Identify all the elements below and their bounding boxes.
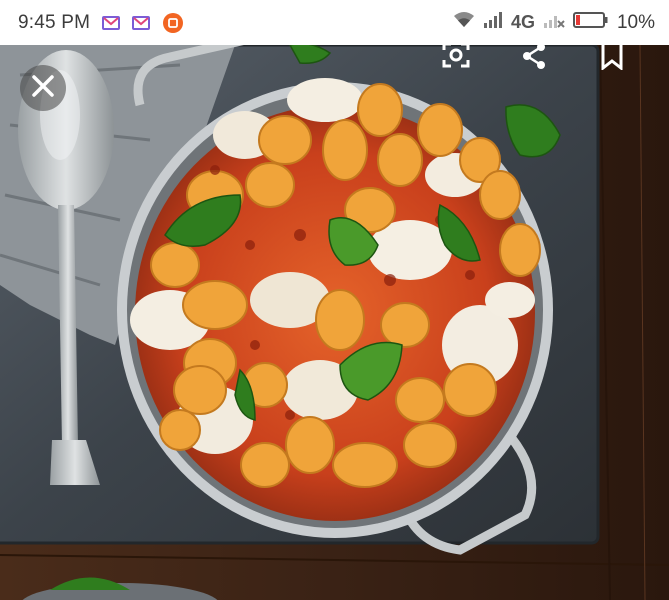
close-icon (30, 73, 56, 104)
mail-icon (102, 15, 121, 30)
lens-button[interactable] (434, 45, 478, 73)
share-button[interactable] (512, 45, 556, 75)
bookmark-icon (599, 45, 625, 75)
network-type: 4G (510, 12, 535, 32)
status-bar: 9:45 PM 4G 10% (0, 0, 669, 45)
wifi-icon (453, 11, 475, 34)
status-time: 9:45 PM (18, 11, 91, 33)
lens-icon (441, 45, 471, 75)
gnocchi-bake-image (0, 45, 669, 600)
battery-icon (572, 11, 609, 34)
app-notification-icon (162, 12, 184, 34)
bookmark-button[interactable] (592, 45, 632, 75)
mail-icon (132, 15, 151, 30)
close-button[interactable] (20, 65, 66, 111)
signal-icon (483, 12, 503, 33)
battery-percent: 10% (616, 11, 655, 33)
share-icon (519, 45, 549, 76)
signal-icon-secondary (543, 12, 565, 33)
recipe-photo[interactable] (0, 45, 669, 600)
